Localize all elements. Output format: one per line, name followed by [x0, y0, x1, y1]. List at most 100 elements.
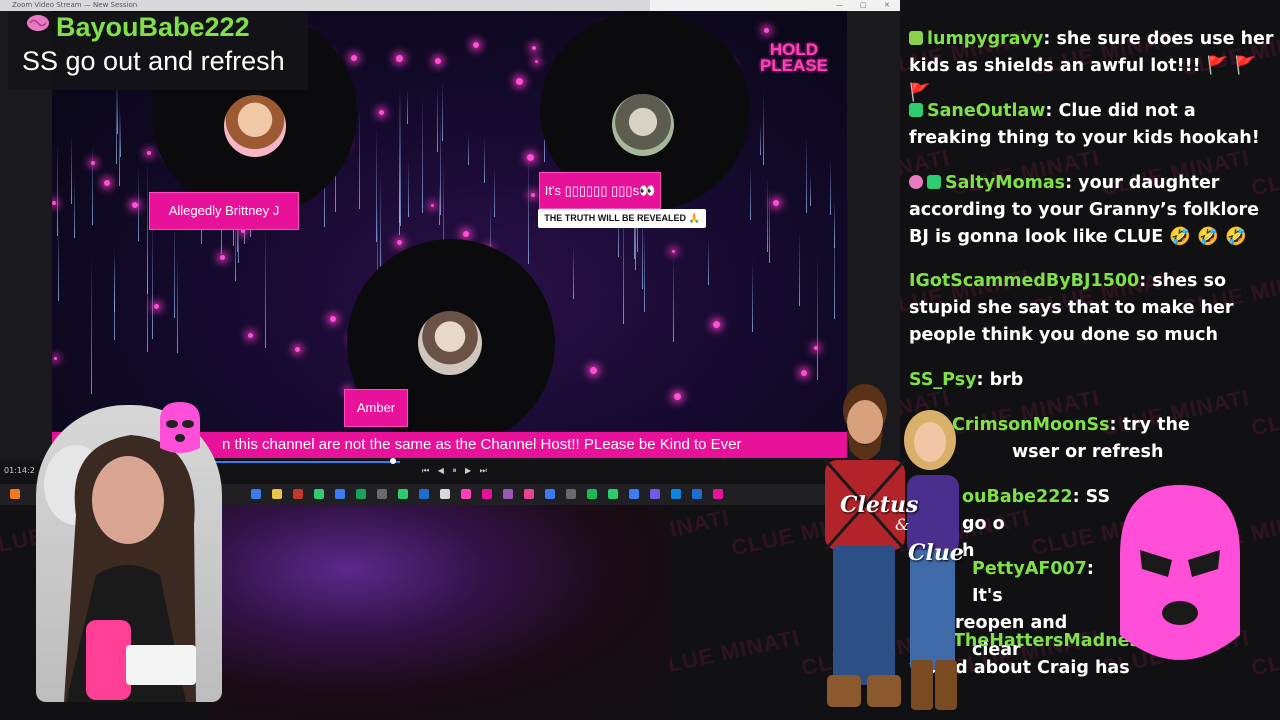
taskbar-app-icon[interactable] — [398, 489, 408, 499]
taskbar-app-icon[interactable] — [524, 489, 534, 499]
chat-username[interactable]: SaneOutlaw — [927, 101, 1045, 121]
taskbar-app-icon[interactable] — [314, 489, 324, 499]
featured-message-user: BayouBabe222 — [56, 12, 250, 42]
hold-line-2: PLEASE — [759, 56, 829, 75]
player-controls[interactable]: ⏮ ◀ ⏸ ▶ ⏭ — [422, 466, 490, 476]
sparkle — [351, 55, 357, 61]
rain-streak — [440, 116, 441, 215]
rain-streak — [799, 231, 800, 306]
rain-streak — [767, 176, 768, 252]
hold-please-sign: HOLD PLEASE — [752, 41, 836, 75]
sparkle — [132, 202, 138, 208]
sparkle — [773, 200, 779, 206]
close-button[interactable]: ✕ — [884, 0, 890, 11]
rain-streak — [708, 239, 709, 285]
taskbar-app-icon[interactable] — [461, 489, 471, 499]
taskbar-app-icon[interactable] — [713, 489, 723, 499]
taskbar-app-icon[interactable] — [356, 489, 366, 499]
brain-icon — [26, 14, 50, 32]
gift-badge-icon — [927, 175, 941, 189]
maximize-button[interactable]: □ — [860, 0, 867, 11]
rain-streak — [71, 135, 72, 204]
sparkle — [397, 240, 402, 245]
participant-avatar-2 — [612, 94, 674, 156]
sparkle — [814, 346, 818, 350]
rain-streak — [806, 135, 807, 213]
sparkle — [672, 250, 675, 253]
taskbar-app-icon[interactable] — [293, 489, 303, 499]
taskbar-app-icon[interactable] — [440, 489, 450, 499]
window-title: Zoom Video Stream — New Session — [12, 1, 138, 9]
taskbar-app-icon[interactable] — [251, 489, 261, 499]
clue-label: Clue — [908, 540, 964, 566]
taskbar-app-icon[interactable] — [10, 489, 20, 499]
rain-streak — [830, 160, 831, 215]
taskbar-app-icon[interactable] — [335, 489, 345, 499]
taskbar-app-icon[interactable] — [692, 489, 702, 499]
taskbar-app-icon[interactable] — [482, 489, 492, 499]
sub-badge-icon — [909, 31, 923, 45]
rain-streak — [407, 89, 408, 124]
rain-streak — [422, 96, 423, 213]
participant-name-tag-1: Allegedly Brittney J — [149, 192, 299, 230]
sparkle — [532, 46, 536, 50]
taskbar-app-icon[interactable] — [608, 489, 618, 499]
rain-streak — [91, 258, 92, 394]
sparkle — [764, 28, 769, 33]
sparkle — [473, 42, 479, 48]
minimize-button[interactable]: — — [836, 0, 843, 11]
rain-streak — [138, 166, 139, 241]
rain-streak — [58, 222, 59, 301]
rain-streak — [673, 253, 674, 342]
sparkle — [54, 357, 57, 360]
featured-message-text: SS go out and refresh — [22, 46, 285, 76]
taskbar-app-icon[interactable] — [629, 489, 639, 499]
taskbar-app-icon[interactable] — [650, 489, 660, 499]
taskbar-app-icon[interactable] — [419, 489, 429, 499]
chat-message: CrimsonMoonSs: try the wser or refresh — [952, 412, 1272, 466]
participant-subtitle-2: THE TRUTH WILL BE REVEALED 🙏 — [538, 209, 706, 228]
sparkle — [516, 78, 523, 85]
rain-streak — [177, 255, 178, 353]
sparkle — [713, 321, 720, 328]
participant-avatar-1 — [224, 95, 286, 157]
rain-streak — [644, 227, 645, 312]
background-artwork — [210, 505, 670, 720]
rain-streak — [769, 190, 770, 263]
taskbar-app-icon[interactable] — [671, 489, 681, 499]
marquee-text: n this channel are not the same as the C… — [222, 436, 742, 453]
sparkle — [535, 60, 538, 63]
ampersand-label: & — [895, 515, 910, 534]
rain-streak — [752, 260, 753, 332]
rain-streak — [152, 216, 153, 339]
rain-streak — [484, 137, 485, 183]
chat-username[interactable]: SaltyMomas — [945, 173, 1065, 193]
taskbar-app-icon[interactable] — [566, 489, 576, 499]
sparkle — [91, 161, 95, 165]
brain-badge-icon — [909, 175, 923, 189]
sparkle — [379, 110, 384, 115]
chat-username[interactable]: lumpygravy — [927, 29, 1043, 49]
rain-streak — [834, 202, 835, 248]
taskbar-app-icon[interactable] — [587, 489, 597, 499]
rain-streak — [147, 250, 148, 352]
sparkle — [396, 55, 403, 62]
rain-streak — [114, 256, 115, 312]
taskbar-app-icon[interactable] — [272, 489, 282, 499]
taskbar-app-icon[interactable] — [377, 489, 387, 499]
rain-streak — [528, 151, 529, 264]
rain-streak — [408, 158, 409, 217]
rain-streak — [92, 144, 93, 225]
participant-avatar-3 — [418, 311, 482, 375]
chat-username[interactable]: IGotScammedByBJ1500 — [909, 271, 1139, 291]
rain-streak — [760, 123, 761, 155]
participant-name-tag-3: Amber — [344, 389, 408, 427]
taskbar-app-icon[interactable] — [545, 489, 555, 499]
sparkle — [330, 316, 336, 322]
progress-handle[interactable] — [390, 458, 396, 464]
sparkle — [801, 370, 807, 376]
rain-streak — [817, 256, 818, 380]
taskbar-app-icon[interactable] — [503, 489, 513, 499]
sparkle — [463, 231, 469, 237]
rain-streak — [265, 224, 266, 348]
